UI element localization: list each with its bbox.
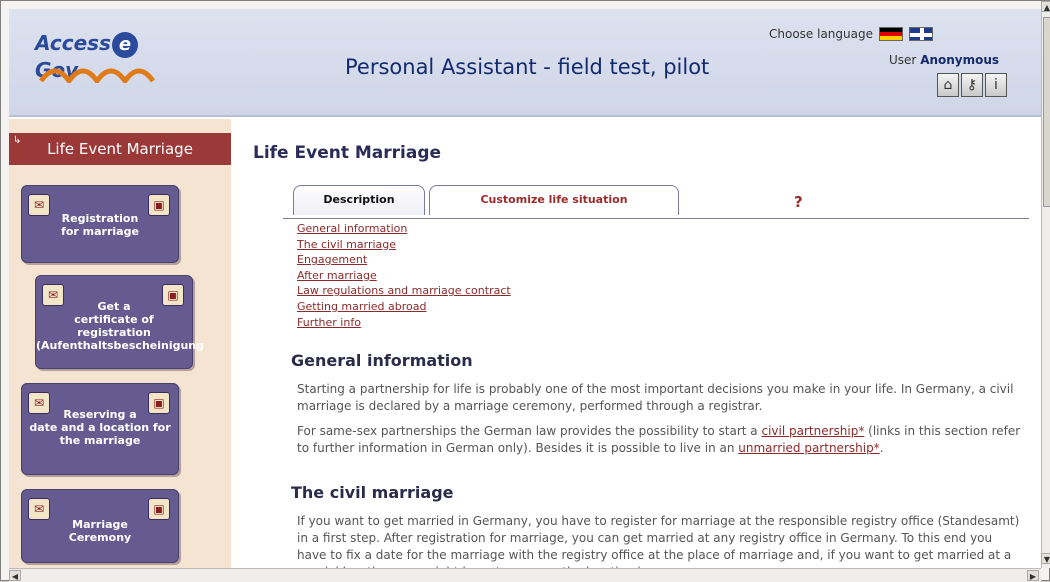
- step-certificate-of-registration[interactable]: ✉ ▣ Get a certificate of registration (A…: [35, 275, 205, 369]
- tab-label: Customize life situation: [480, 193, 628, 206]
- page-title: Life Event Marriage: [253, 143, 442, 163]
- corner-arrow-icon: ↳: [13, 135, 22, 146]
- user-toolbar: ⌂ ⚷ i: [937, 73, 1007, 97]
- uk-flag-icon[interactable]: [909, 27, 933, 41]
- logo-e-badge: e: [111, 32, 138, 58]
- scroll-left-arrow-icon[interactable]: ◀: [9, 570, 21, 581]
- browser-frame: Access eGov Personal Assistant - field te…: [0, 0, 1050, 582]
- vertical-scrollbar[interactable]: ▲ ▼: [1041, 1, 1050, 568]
- life-event-sidebar: ↳ Life Event Marriage ✉ ▣ Registration f…: [9, 119, 231, 568]
- step-registration-for-marriage[interactable]: ✉ ▣ Registration for marriage: [21, 185, 179, 263]
- vertical-scroll-thumb[interactable]: [1043, 17, 1050, 207]
- step-label: Registration for marriage: [61, 212, 139, 238]
- toc-link-law-regulations[interactable]: Law regulations and marriage contract: [297, 283, 511, 299]
- user-name: Anonymous: [920, 53, 1000, 67]
- civil-partnership-link[interactable]: civil partnership*: [761, 424, 864, 438]
- scroll-right-arrow-icon[interactable]: ▶: [1027, 570, 1039, 581]
- step-reserving-date-location[interactable]: ✉ ▣ Reserving a date and a location for …: [21, 383, 179, 475]
- language-label: Choose language: [769, 27, 873, 41]
- step-label: Marriage Ceremony: [68, 518, 132, 544]
- toc-link-engagement[interactable]: Engagement: [297, 252, 511, 268]
- toc-link-civil-marriage[interactable]: The civil marriage: [297, 237, 511, 253]
- help-icon[interactable]: ?: [794, 188, 803, 216]
- sidebar-heading: ↳ Life Event Marriage: [9, 133, 231, 165]
- step-label: Reserving a date and a location for the …: [29, 408, 171, 447]
- main-content: Life Event Marriage Description Customiz…: [231, 119, 1041, 568]
- horizontal-scrollbar[interactable]: ◀ ▶: [9, 568, 1041, 582]
- section-title-general-information: General information: [291, 351, 473, 370]
- toc-link-general-information[interactable]: General information: [297, 221, 511, 237]
- info-icon[interactable]: i: [985, 73, 1007, 97]
- section-title-civil-marriage: The civil marriage: [291, 483, 454, 502]
- tab-description[interactable]: Description: [293, 185, 425, 215]
- toc-link-after-marriage[interactable]: After marriage: [297, 268, 511, 284]
- key-icon[interactable]: ⚷: [961, 73, 983, 97]
- general-info-paragraph-1: Starting a partnership for life is proba…: [297, 382, 1014, 413]
- language-chooser: Choose language: [769, 27, 933, 41]
- portrait-icon: ▣: [148, 498, 170, 520]
- logo-arches-icon: [39, 68, 156, 83]
- accessegov-logo[interactable]: Access eGov: [35, 31, 175, 87]
- toc-link-married-abroad[interactable]: Getting married abroad: [297, 299, 511, 315]
- table-of-contents: General information The civil marriage E…: [297, 221, 511, 330]
- step-label: Get a certificate of registration (Aufen…: [36, 300, 205, 352]
- german-flag-icon[interactable]: [879, 27, 903, 41]
- user-label: User: [889, 53, 917, 67]
- home-icon[interactable]: ⌂: [937, 73, 959, 97]
- app-title: Personal Assistant - field test, pilot: [345, 55, 710, 79]
- unmarried-partnership-link[interactable]: unmarried partnership*: [738, 441, 879, 455]
- user-info: User Anonymous: [889, 53, 999, 67]
- civil-marriage-paragraph-1: If you want to get married in Germany, y…: [297, 514, 1020, 568]
- sidebar-heading-label: Life Event Marriage: [47, 140, 193, 158]
- page-viewport: Access eGov Personal Assistant - field te…: [9, 9, 1041, 568]
- tab-bar: Description Customize life situation ?: [283, 185, 1029, 219]
- document-icon: ✉: [28, 498, 50, 520]
- para-text: For same-sex partnerships the German law…: [297, 424, 762, 438]
- general-info-paragraph-2: For same-sex partnerships the German law…: [297, 423, 1025, 457]
- tab-customize-life-situation[interactable]: Customize life situation ?: [429, 185, 803, 215]
- scroll-down-arrow-icon[interactable]: ▼: [1041, 553, 1050, 564]
- toc-link-further-info[interactable]: Further info: [297, 315, 511, 331]
- para-text: .: [879, 441, 884, 455]
- site-header: Access eGov Personal Assistant - field te…: [9, 9, 1041, 117]
- scroll-up-arrow-icon[interactable]: ▲: [1041, 1, 1050, 12]
- step-marriage-ceremony[interactable]: ✉ ▣ Marriage Ceremony: [21, 489, 179, 563]
- logo-text-access: Access: [35, 31, 111, 55]
